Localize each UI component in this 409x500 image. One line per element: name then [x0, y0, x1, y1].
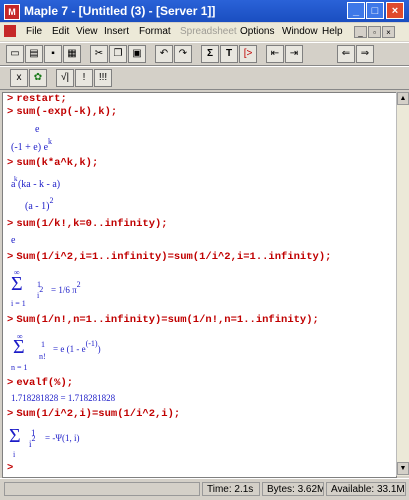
- sum-lower-limit: n = 1: [11, 363, 28, 372]
- output-exponent: k: [14, 175, 18, 183]
- sum-result: = e (1 - e(-1)): [53, 339, 101, 354]
- bytes-readout: Bytes: 3.62M: [262, 482, 324, 496]
- menu-edit[interactable]: Edit: [52, 26, 69, 37]
- menu-bar: File Edit View Insert Format Spreadsheet…: [0, 23, 409, 41]
- output-line: (-1 + e) ek: [11, 137, 53, 153]
- copy-icon[interactable]: ❐: [109, 45, 127, 63]
- execute-all-icon[interactable]: !!!: [94, 69, 112, 87]
- menu-options[interactable]: Options: [240, 26, 274, 37]
- input-line[interactable]: >: [7, 461, 13, 474]
- input-line[interactable]: > evalf(%);: [7, 376, 73, 389]
- redo-icon[interactable]: ↷: [174, 45, 192, 63]
- doc-restore-button[interactable]: ▫: [368, 26, 381, 38]
- menu-view[interactable]: View: [76, 26, 98, 37]
- variable-x-icon[interactable]: x: [10, 69, 28, 87]
- undo-icon[interactable]: ↶: [155, 45, 173, 63]
- input-line[interactable]: > Sum(1/i^2,i)=sum(1/i^2,i);: [7, 407, 180, 420]
- main-toolbar: ▭ ▤ ▪ ▦ ✂ ❐ ▣ ↶ ↷ Σ T [> ⇤ ⇥ ⇐ ⇒: [0, 42, 409, 66]
- sum-result: = -Ψ(1, i): [45, 433, 80, 443]
- cut-icon[interactable]: ✂: [90, 45, 108, 63]
- save-icon[interactable]: ▪: [44, 45, 62, 63]
- input-icon[interactable]: [>: [239, 45, 257, 63]
- indent-left-icon[interactable]: ⇤: [266, 45, 284, 63]
- doc-close-button[interactable]: ×: [382, 26, 395, 38]
- status-message: [4, 482, 200, 496]
- frac-denominator: i2: [37, 285, 44, 300]
- paste-icon[interactable]: ▣: [128, 45, 146, 63]
- frac-denominator: i2: [29, 434, 36, 449]
- sum-result: = 1/6 π2: [51, 280, 81, 295]
- output-line: 1.718281828 = 1.718281828: [11, 393, 116, 403]
- frac-numerator: 1: [41, 340, 45, 349]
- output-line: e: [11, 235, 16, 246]
- input-line[interactable]: > Sum(1/n!,n=1..infinity)=sum(1/n!,n=1..…: [7, 313, 319, 326]
- scroll-up-icon[interactable]: ▲: [397, 92, 409, 105]
- minimize-button[interactable]: _: [347, 2, 365, 19]
- sum-lower-limit: i: [13, 450, 16, 459]
- input-line[interactable]: > Sum(1/i^2,i=1..infinity)=sum(1/i^2,i=1…: [7, 250, 331, 263]
- worksheet[interactable]: > restart; > sum(-exp(-k),k); e (-1 + e)…: [2, 92, 397, 478]
- doc-minimize-button[interactable]: _: [354, 26, 367, 38]
- available-readout: Available: 33.1M: [326, 482, 406, 496]
- maximize-button[interactable]: □: [366, 2, 384, 19]
- sum-sigma: Σ: [11, 273, 23, 295]
- sum-lower-limit: i = 1: [11, 299, 26, 308]
- sum-sigma: Σ: [13, 336, 25, 358]
- status-bar: Time: 2.1s Bytes: 3.62M Available: 33.1M: [0, 478, 409, 500]
- input-line[interactable]: > restart;: [7, 93, 67, 105]
- sigma-icon[interactable]: Σ: [201, 45, 219, 63]
- new-file-icon[interactable]: ▭: [6, 45, 24, 63]
- menu-insert[interactable]: Insert: [104, 26, 129, 37]
- forward-icon[interactable]: ⇒: [356, 45, 374, 63]
- output-denominator: (a - 1)2: [25, 196, 54, 212]
- maple-app-icon[interactable]: M: [4, 4, 20, 20]
- open-icon[interactable]: ▤: [25, 45, 43, 63]
- leaf-icon[interactable]: ✿: [29, 69, 47, 87]
- execute-icon[interactable]: !: [75, 69, 93, 87]
- outdent-icon[interactable]: ⇥: [285, 45, 303, 63]
- close-button[interactable]: ×: [386, 2, 404, 19]
- menu-spreadsheet[interactable]: Spreadsheet: [180, 26, 237, 37]
- document-icon[interactable]: [4, 25, 16, 37]
- output-numerator: a (ka - k - a): [11, 179, 61, 190]
- sum-sigma: Σ: [9, 425, 21, 447]
- vertical-scrollbar[interactable]: ▲ ▼: [396, 92, 409, 476]
- text-icon[interactable]: T: [220, 45, 238, 63]
- scroll-down-icon[interactable]: ▼: [397, 462, 409, 475]
- title-bar: M Maple 7 - [Untitled (3) - [Server 1]] …: [0, 0, 409, 22]
- output-numerator: e: [35, 124, 40, 135]
- menu-file[interactable]: File: [26, 26, 42, 37]
- print-icon[interactable]: ▦: [63, 45, 81, 63]
- menu-format[interactable]: Format: [139, 26, 171, 37]
- time-readout: Time: 2.1s: [202, 482, 260, 496]
- context-toolbar: x ✿ √| ! !!!: [0, 66, 409, 90]
- input-line[interactable]: > sum(1/k!,k=0..infinity);: [7, 217, 168, 230]
- back-icon[interactable]: ⇐: [337, 45, 355, 63]
- menu-help[interactable]: Help: [322, 26, 343, 37]
- frac-denominator: n!: [39, 352, 46, 361]
- menu-window[interactable]: Window: [282, 26, 318, 37]
- window-title: Maple 7 - [Untitled (3) - [Server 1]]: [24, 4, 216, 18]
- sqrt-icon[interactable]: √|: [56, 69, 74, 87]
- input-line[interactable]: > sum(-exp(-k),k);: [7, 105, 117, 118]
- input-line[interactable]: > sum(k*a^k,k);: [7, 156, 98, 169]
